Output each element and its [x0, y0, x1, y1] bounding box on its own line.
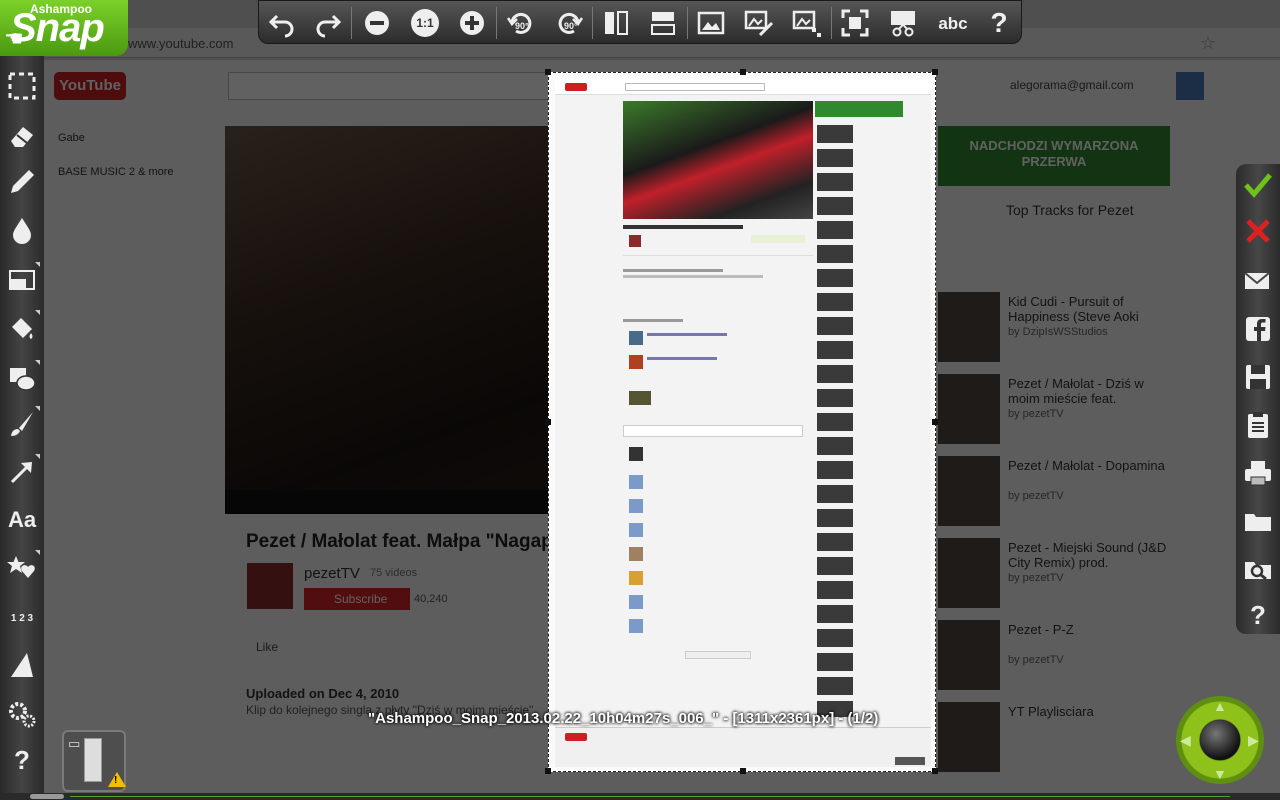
account-email: alegorama@gmail.com [1010, 78, 1134, 92]
sidebar-item: BASE MUSIC 2 & more [58, 166, 174, 178]
search-folder-icon[interactable] [1240, 552, 1276, 586]
numbering-icon[interactable]: 1 2 3 [4, 600, 40, 636]
brush-icon[interactable] [4, 406, 40, 442]
rotate-left-icon[interactable]: 90° [503, 6, 539, 40]
arrow-down-icon[interactable]: ▼ [1213, 766, 1227, 782]
list-item: Kid Cudi - Pursuit of Happiness (Steve A… [938, 292, 1238, 362]
resize-handle[interactable] [740, 768, 746, 774]
channel-video-count: 75 videos [370, 567, 418, 579]
help-icon[interactable]: ? [4, 742, 40, 778]
flip-vertical-icon[interactable] [645, 6, 681, 40]
cancel-icon[interactable] [1240, 214, 1276, 248]
help-button[interactable]: ? [981, 6, 1017, 40]
stamp-icon[interactable] [4, 550, 40, 586]
redo-icon[interactable] [310, 6, 346, 40]
facebook-icon[interactable] [1240, 312, 1276, 346]
resize-handle[interactable] [545, 419, 551, 425]
undo-icon[interactable] [264, 6, 300, 40]
capture-preview[interactable] [545, 69, 938, 774]
bookmark-star-icon: ☆ [1199, 33, 1216, 53]
shapes-icon[interactable] [4, 360, 40, 396]
fit-screen-icon[interactable] [837, 6, 873, 40]
crop-icon[interactable] [885, 6, 921, 40]
zoom-in-icon[interactable] [454, 6, 490, 40]
actual-size-button[interactable]: 1:1 [407, 6, 443, 40]
folder-icon[interactable] [1240, 504, 1276, 538]
list-item: Pezet - Miejski Sound (J&D City Remix) p… [938, 538, 1238, 608]
scrollbar-thumb[interactable] [30, 794, 64, 799]
captured-page-image [555, 79, 931, 767]
resize-handle[interactable] [740, 69, 746, 75]
site-logo: YouTube [54, 72, 126, 100]
email-icon[interactable] [1240, 264, 1276, 298]
subscribe-button: Subscribe [304, 588, 410, 610]
upload-date: Uploaded on Dec 4, 2010 [246, 686, 400, 701]
left-toolbar: Aa 1 2 3 ? [0, 56, 44, 800]
spotlight-icon[interactable] [4, 648, 40, 684]
subscriber-count: 40,240 [414, 593, 448, 605]
arrow-right-icon[interactable]: ▶ [1248, 732, 1259, 749]
navigation-wheel[interactable]: ▲ ▼ ◀ ▶ [1176, 696, 1264, 784]
warning-icon: ! [108, 772, 126, 787]
text-icon[interactable]: Aa [4, 502, 40, 538]
url-text: www.youtube.com [128, 36, 234, 51]
resize-handle[interactable] [932, 768, 938, 774]
top-toolbar: 1:1 90° 90° abc ? [258, 0, 1022, 44]
arrow-up-icon[interactable]: ▲ [1213, 698, 1227, 714]
clipboard-icon[interactable] [1240, 408, 1276, 442]
arrow-left-icon[interactable]: ◀ [1180, 732, 1191, 749]
avatar [1176, 72, 1204, 100]
resize-handle[interactable] [932, 419, 938, 425]
rotate-right-icon[interactable]: 90° [551, 6, 587, 40]
save-icon[interactable] [1240, 360, 1276, 394]
file-caption: "Ashampoo_Snap_2013.02.22_10h04m27s_006_… [368, 710, 879, 727]
resize-handle[interactable] [545, 69, 551, 75]
resize-image-icon[interactable] [789, 6, 825, 40]
sidebar-item: Gabe [58, 132, 85, 144]
flip-horizontal-icon[interactable] [598, 6, 634, 40]
settings-icon[interactable] [4, 696, 40, 732]
app-window: www.youtube.com ☆ YouTube alegorama@gmai… [0, 0, 1280, 800]
blur-icon[interactable] [4, 212, 40, 248]
hand-icon: ☚ [4, 26, 24, 51]
ocr-text-button[interactable]: abc [933, 6, 973, 40]
pen-icon[interactable] [4, 164, 40, 200]
list-item: Pezet / Małolat - Dziś w moim mieście fe… [938, 374, 1238, 444]
arrow-icon[interactable] [4, 454, 40, 490]
like-button: Like [256, 640, 279, 654]
list-item: Pezet - P-Z by pezetTV [938, 620, 1238, 690]
recommendations-title: Top Tracks for Pezet [1006, 202, 1134, 218]
channel-name: pezetTV [304, 565, 360, 582]
list-item: Pezet / Małolat - Dopamina by pezetTV [938, 456, 1238, 526]
ad-banner: NADCHODZI WYMARZONA PRZERWA [938, 126, 1170, 186]
app-logo[interactable]: Ashampoo Snap 5 ☚ [0, 0, 128, 56]
image-icon[interactable] [693, 6, 729, 40]
confirm-icon[interactable] [1240, 168, 1276, 202]
resize-handle[interactable] [545, 768, 551, 774]
help-icon[interactable]: ? [1240, 598, 1276, 632]
zoom-out-icon[interactable] [359, 6, 395, 40]
resize-handle[interactable] [932, 69, 938, 75]
capture-thumbnail[interactable]: ▭ ! [62, 730, 126, 792]
highlight-icon[interactable] [4, 262, 40, 298]
navigation-knob[interactable] [1200, 720, 1240, 760]
horizontal-scrollbar[interactable] [0, 793, 1280, 800]
folder-icon: ▭ [68, 736, 81, 751]
print-icon[interactable] [1240, 456, 1276, 490]
right-action-bar: ? [1236, 164, 1280, 634]
channel-avatar [247, 563, 293, 609]
fill-icon[interactable] [4, 310, 40, 346]
eraser-icon[interactable] [4, 118, 40, 154]
selection-icon[interactable] [4, 68, 40, 104]
edit-image-icon[interactable] [741, 6, 777, 40]
